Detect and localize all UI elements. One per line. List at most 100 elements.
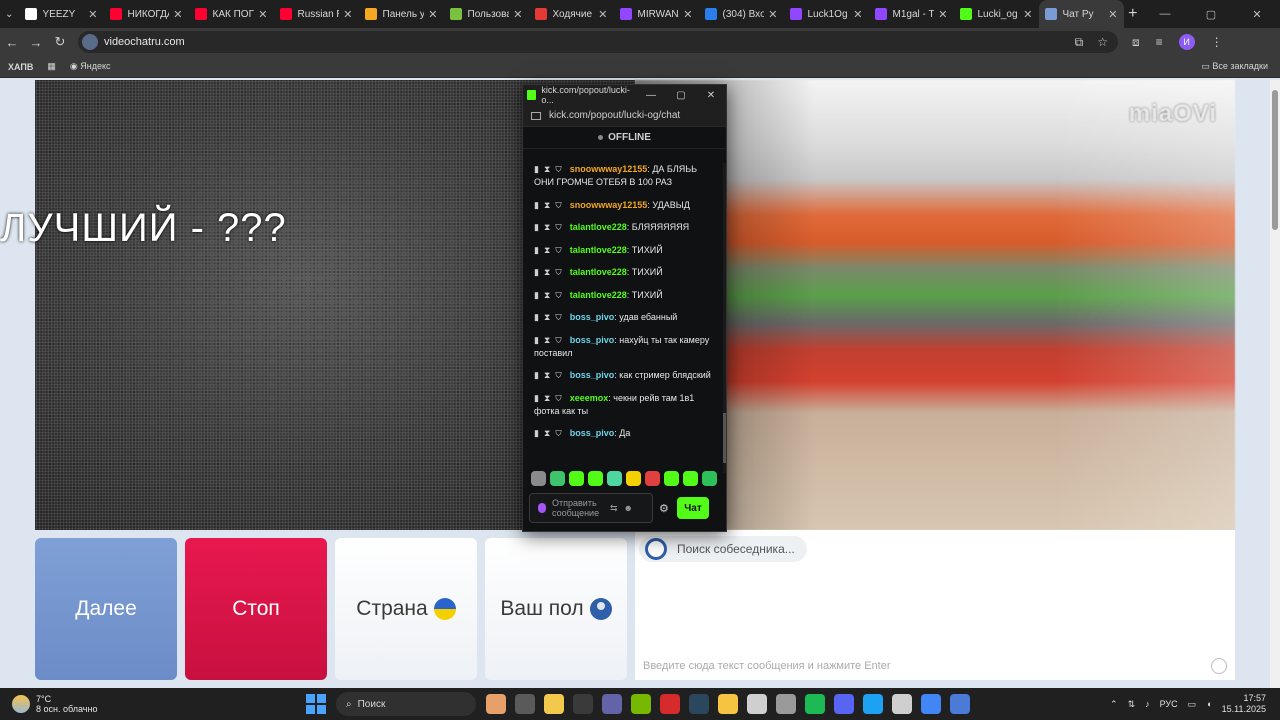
- clock[interactable]: 17:57 15.11.2025: [1222, 693, 1266, 715]
- taskbar-app-icon[interactable]: [863, 694, 883, 714]
- tab-close-icon[interactable]: ✕: [1108, 8, 1117, 21]
- tab-close-icon[interactable]: ✕: [768, 8, 777, 21]
- tab-close-icon[interactable]: ✕: [88, 8, 97, 21]
- all-bookmarks[interactable]: ▭ Все закладки: [1201, 61, 1280, 72]
- display-icon[interactable]: ▭: [1188, 699, 1197, 710]
- taskbar-app-icon[interactable]: [718, 694, 738, 714]
- tab-close-icon[interactable]: ✕: [513, 8, 522, 21]
- chat-username[interactable]: boss_pivo: [570, 428, 615, 438]
- emoji-picker-icon[interactable]: ☻: [624, 503, 633, 513]
- language-indicator[interactable]: РУС: [1160, 699, 1178, 709]
- chat-username[interactable]: boss_pivo: [570, 312, 615, 322]
- chat-scrollbar[interactable]: [723, 163, 726, 473]
- mic-icon[interactable]: [538, 503, 546, 513]
- send-message-input[interactable]: Отправить сообщение ⇆ ☻: [529, 493, 653, 523]
- emote-icon[interactable]: [531, 471, 546, 486]
- new-tab-button[interactable]: +: [1124, 5, 1143, 23]
- taskbar-app-icon[interactable]: [660, 694, 680, 714]
- tab-close-icon[interactable]: ✕: [258, 8, 267, 21]
- taskbar-app-icon[interactable]: [544, 694, 564, 714]
- browser-tab[interactable]: (304) Вход✕: [699, 0, 784, 28]
- back-button[interactable]: ←: [0, 35, 24, 50]
- tab-search-button[interactable]: ⌄: [0, 0, 19, 28]
- browser-tab[interactable]: Панель уп✕: [359, 0, 444, 28]
- browser-tab[interactable]: НИКОГДА ✕: [104, 0, 189, 28]
- maximize-button[interactable]: ▢: [1188, 8, 1234, 21]
- emote-icon[interactable]: [683, 471, 698, 486]
- gear-icon[interactable]: ⚙: [659, 502, 671, 515]
- volume-icon[interactable]: ◖: [1206, 699, 1211, 709]
- reload-button[interactable]: ↻: [48, 34, 72, 50]
- taskbar-app-icon[interactable]: [950, 694, 970, 714]
- extensions-icon[interactable]: ⧈: [1132, 35, 1140, 50]
- scroll-thumb[interactable]: [1272, 90, 1278, 230]
- chat-username[interactable]: talantlove228: [570, 222, 627, 232]
- taskbar-app-icon[interactable]: [515, 694, 535, 714]
- popout-close-button[interactable]: ✕: [696, 90, 726, 101]
- page-scrollbar[interactable]: [1270, 80, 1280, 690]
- minimize-button[interactable]: —: [1142, 8, 1188, 21]
- emote-icon[interactable]: [664, 471, 679, 486]
- bookmark-item[interactable]: ◉ Яндекс: [70, 61, 111, 72]
- chat-username[interactable]: snoowwway12155: [570, 164, 648, 174]
- country-button[interactable]: Страна: [335, 538, 477, 680]
- tab-close-icon[interactable]: ✕: [428, 8, 437, 21]
- emote-icon[interactable]: [626, 471, 641, 486]
- browser-tab[interactable]: Ходячие ✕: [529, 0, 614, 28]
- emote-icon[interactable]: [588, 471, 603, 486]
- taskbar-search[interactable]: ⌕ Поиск: [336, 692, 476, 716]
- browser-tab[interactable]: Чат Ру ✕: [1038, 0, 1124, 28]
- taskbar-app-icon[interactable]: [573, 694, 593, 714]
- reading-list-icon[interactable]: ≡: [1156, 35, 1163, 49]
- browser-tab[interactable]: Lucki_og ✕: [954, 0, 1039, 28]
- chat-message-input[interactable]: Введите сюда текст сообщения и нажмите E…: [643, 660, 1203, 672]
- profile-avatar[interactable]: И: [1178, 34, 1195, 50]
- browser-tab[interactable]: MIRWANA✕: [614, 0, 699, 28]
- network-icon[interactable]: ⇅: [1128, 699, 1136, 710]
- browser-tab[interactable]: КАК ПОГИ✕: [189, 0, 274, 28]
- popout-maximize-button[interactable]: ▢: [666, 90, 696, 101]
- taskbar-app-icon[interactable]: [747, 694, 767, 714]
- tab-close-icon[interactable]: ✕: [938, 8, 947, 21]
- taskbar-app-icon[interactable]: [921, 694, 941, 714]
- tray-expand-icon[interactable]: ⌃: [1110, 699, 1118, 710]
- tab-close-icon[interactable]: ✕: [343, 8, 352, 21]
- gender-button[interactable]: Ваш пол: [485, 538, 627, 680]
- next-button[interactable]: Далее: [35, 538, 177, 680]
- chat-username[interactable]: talantlove228: [570, 290, 627, 300]
- chat-username[interactable]: snoowwway12155: [570, 200, 648, 210]
- emote-icon[interactable]: [607, 471, 622, 486]
- tab-close-icon[interactable]: ✕: [173, 8, 182, 21]
- emote-icon[interactable]: [645, 471, 660, 486]
- site-info-icon[interactable]: [82, 34, 98, 50]
- bookmark-item[interactable]: ХАПВ: [8, 62, 33, 72]
- stop-button[interactable]: Стоп: [185, 538, 327, 680]
- forward-button[interactable]: →: [24, 35, 48, 50]
- chat-username[interactable]: boss_pivo: [570, 370, 615, 380]
- site-settings-icon[interactable]: [531, 111, 541, 120]
- taskbar-app-icon[interactable]: [776, 694, 796, 714]
- translate-icon[interactable]: ⇆: [610, 503, 618, 513]
- close-window-button[interactable]: ✕: [1234, 8, 1280, 21]
- browser-menu-icon[interactable]: ⋮: [1211, 35, 1223, 49]
- chat-username[interactable]: talantlove228: [570, 267, 627, 277]
- start-button[interactable]: [306, 694, 326, 714]
- browser-tab[interactable]: Luck1Og ✕: [784, 0, 869, 28]
- chat-username[interactable]: boss_pivo: [570, 335, 615, 345]
- popout-minimize-button[interactable]: —: [636, 90, 666, 101]
- taskbar-app-icon[interactable]: [805, 694, 825, 714]
- omnibox[interactable]: videochatru.com ⧉ ☆: [78, 31, 1118, 53]
- chat-send-button[interactable]: Чат: [677, 497, 709, 519]
- taskbar-app-icon[interactable]: [486, 694, 506, 714]
- bookmark-star-icon[interactable]: ☆: [1097, 35, 1108, 50]
- tab-close-icon[interactable]: ✕: [853, 8, 862, 21]
- emote-icon[interactable]: [702, 471, 717, 486]
- taskbar-app-icon[interactable]: [689, 694, 709, 714]
- chat-username[interactable]: xeeemox: [570, 393, 609, 403]
- apps-grid-icon[interactable]: ▦: [47, 61, 56, 72]
- browser-tab[interactable]: Russian Ra✕: [274, 0, 359, 28]
- browser-tab[interactable]: M1gal - Tw✕: [869, 0, 954, 28]
- taskbar-app-icon[interactable]: [631, 694, 651, 714]
- taskbar-app-icon[interactable]: [602, 694, 622, 714]
- browser-tab[interactable]: YEEZY ✕: [19, 0, 104, 28]
